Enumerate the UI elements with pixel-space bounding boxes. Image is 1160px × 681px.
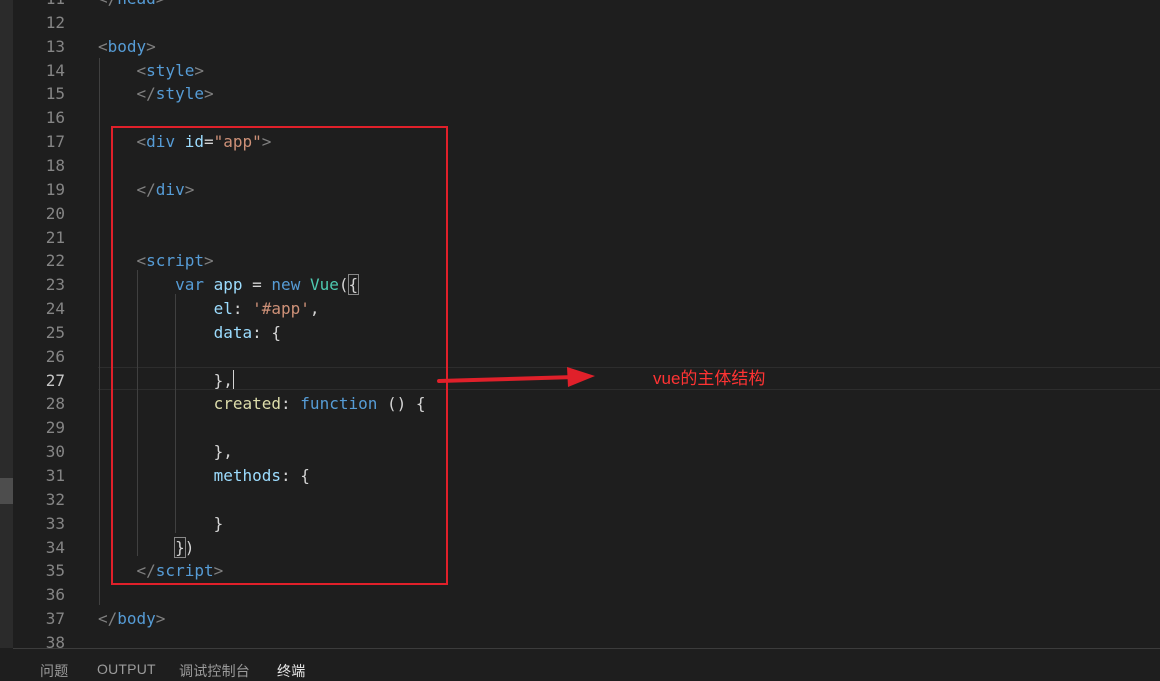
line-number: 29 bbox=[45, 418, 65, 438]
code-text: </body> bbox=[98, 607, 165, 630]
line-number: 18 bbox=[45, 155, 65, 175]
line-number: 31 bbox=[45, 466, 65, 485]
annotation-label: vue的主体结构 bbox=[653, 369, 766, 388]
code-line[interactable]: 14 <style> bbox=[13, 59, 1160, 82]
code-token: </ bbox=[98, 609, 118, 629]
code-text: <body> bbox=[98, 35, 156, 58]
line-number: 33 bbox=[45, 513, 65, 533]
bottom-panel-tabs: 问题 OUTPUT 调试控制台 终端 bbox=[13, 648, 1160, 679]
line-number: 38 bbox=[45, 632, 65, 648]
line-number: 20 bbox=[45, 203, 65, 223]
code-token: head bbox=[117, 0, 156, 8]
code-token: > bbox=[156, 0, 166, 8]
line-number: 16 bbox=[45, 108, 65, 128]
code-token: > bbox=[155, 609, 166, 629]
activity-bar-active-marker[interactable] bbox=[0, 478, 13, 504]
line-number: 32 bbox=[45, 489, 65, 509]
line-number: 19 bbox=[45, 179, 65, 199]
code-line[interactable]: 13 <body> bbox=[13, 35, 1160, 58]
code-text: </head> bbox=[98, 0, 165, 10]
line-number: 28 bbox=[45, 394, 65, 414]
line-number: 12 bbox=[45, 12, 65, 32]
code-token: > bbox=[146, 36, 156, 56]
code-token: > bbox=[194, 60, 204, 80]
line-number: 36 bbox=[45, 585, 65, 605]
line-number: 21 bbox=[45, 227, 65, 247]
annotation-arrow-icon bbox=[437, 367, 595, 387]
code-text: </style> bbox=[98, 82, 214, 105]
line-number: 14 bbox=[45, 60, 65, 80]
code-token: body bbox=[117, 609, 156, 629]
line-number: 15 bbox=[45, 84, 65, 104]
line-number: 24 bbox=[45, 299, 65, 319]
activity-bar bbox=[0, 0, 13, 648]
code-line[interactable]: 36 bbox=[13, 583, 1160, 606]
vue-structure-highlight-box bbox=[111, 126, 448, 585]
code-token: </ bbox=[136, 84, 156, 104]
line-number: 26 bbox=[45, 346, 65, 366]
code-token: body bbox=[107, 36, 147, 56]
code-token: style bbox=[155, 84, 204, 104]
code-line[interactable]: 15 </style> bbox=[13, 82, 1160, 105]
line-number: 17 bbox=[45, 132, 65, 152]
line-number: 25 bbox=[45, 322, 65, 342]
code-text: <style> bbox=[98, 59, 204, 82]
line-number: 23 bbox=[45, 275, 65, 295]
tab-debug-console[interactable]: 调试控制台 bbox=[179, 661, 250, 681]
line-number: 13 bbox=[45, 36, 65, 56]
code-line[interactable]: 11 </head> bbox=[13, 0, 1160, 10]
line-number: 27 bbox=[45, 370, 65, 390]
line-number: 22 bbox=[45, 251, 65, 271]
code-token: < bbox=[98, 36, 108, 56]
line-number: 11 bbox=[13, 0, 65, 10]
line-number: 37 bbox=[45, 609, 65, 629]
code-token: style bbox=[146, 60, 195, 80]
code-token: </ bbox=[98, 0, 117, 8]
line-number: 35 bbox=[45, 561, 65, 581]
code-line[interactable]: 12 bbox=[13, 11, 1160, 34]
code-line[interactable]: 38 bbox=[13, 631, 1160, 648]
code-line[interactable]: 37 </body> bbox=[13, 607, 1160, 630]
tab-problems[interactable]: 问题 bbox=[40, 661, 68, 681]
code-token: > bbox=[203, 84, 214, 104]
line-number: 34 bbox=[45, 537, 65, 557]
code-token: < bbox=[136, 60, 147, 80]
line-number: 30 bbox=[45, 442, 65, 462]
tab-terminal[interactable]: 终端 bbox=[277, 661, 305, 681]
